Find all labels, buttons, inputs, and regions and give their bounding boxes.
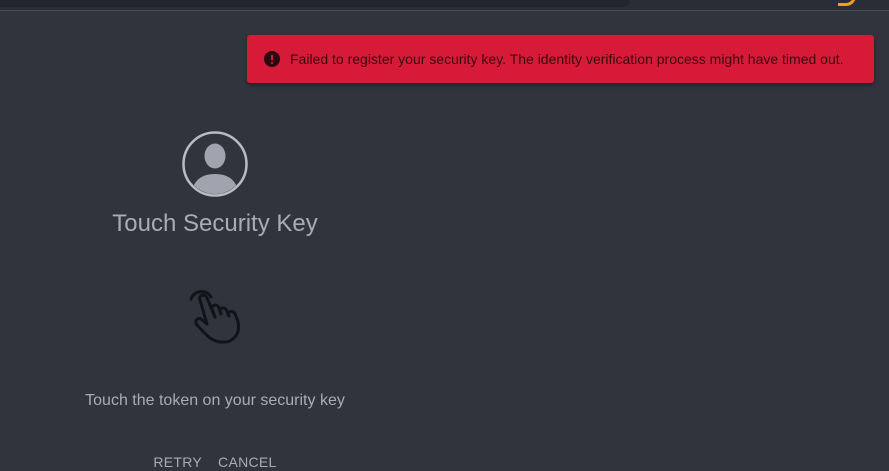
error-circle-icon xyxy=(264,51,280,67)
security-key-panel: Touch Security Key Touch the token on yo… xyxy=(60,120,370,471)
error-message: Failed to register your security key. Th… xyxy=(290,51,844,67)
touch-hand-icon xyxy=(189,290,241,344)
user-avatar-icon xyxy=(182,131,248,197)
page-title: Touch Security Key xyxy=(112,210,318,237)
retry-button[interactable]: RETRY xyxy=(153,454,202,470)
browser-toolbar xyxy=(0,0,889,11)
instruction-text: Touch the token on your security key xyxy=(85,392,345,409)
cancel-button[interactable]: CANCEL xyxy=(218,454,277,470)
error-alert: Failed to register your security key. Th… xyxy=(247,35,874,83)
action-bar: RETRY CANCEL xyxy=(60,454,370,470)
address-bar[interactable] xyxy=(0,0,630,7)
extension-icon[interactable] xyxy=(838,0,856,6)
